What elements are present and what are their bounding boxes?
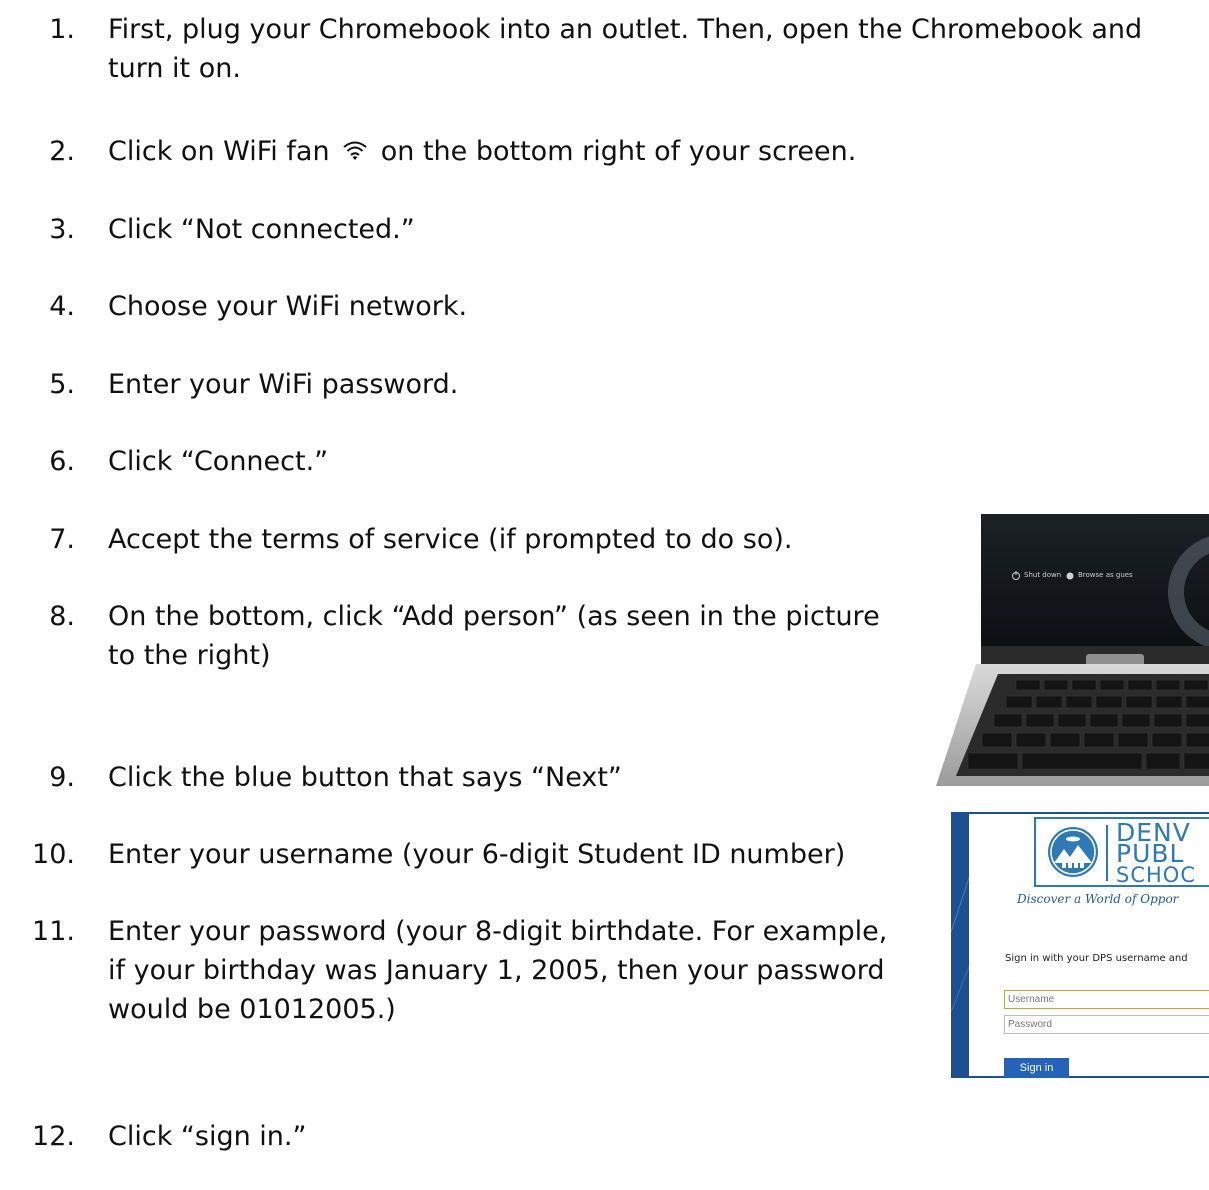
window-stripes <box>951 871 971 1013</box>
sign-in-button[interactable]: Sign in <box>1004 1058 1069 1078</box>
step-text: Click the blue button that says “Next” <box>108 762 622 793</box>
step-text: to the right) <box>108 640 271 671</box>
signin-prompt: Sign in with your DPS username and <box>1005 953 1188 964</box>
step-text: Accept the terms of service (if prompted… <box>108 524 793 555</box>
chromebook-photo: Shut down Browse as gues <box>936 514 1209 786</box>
step-text: Enter your WiFi password. <box>108 369 459 400</box>
step-text: turn it on. <box>108 53 241 84</box>
step-text: Enter your password (your 8-digit birthd… <box>108 916 888 947</box>
step-number: 1. <box>49 14 75 45</box>
wifi-icon <box>343 141 367 160</box>
step-number: 6. <box>49 446 75 477</box>
step-text: on the bottom right of your screen. <box>380 136 857 167</box>
password-input[interactable]: Password <box>1004 1015 1209 1034</box>
step-number: 3. <box>49 214 75 245</box>
signin-panel: DENV PUBL SCHOC Discover a World of Oppo… <box>969 814 1209 1078</box>
step-text: if your birthday was January 1, 2005, th… <box>108 955 885 986</box>
username-input[interactable]: Username <box>1004 990 1209 1009</box>
step-number: 8. <box>49 601 75 632</box>
step-number: 4. <box>49 291 75 322</box>
step-text: First, plug your Chromebook into an outl… <box>108 14 1143 45</box>
step-text: Click on WiFi fan <box>108 136 330 167</box>
dps-signin-screenshot: DENV PUBL SCHOC Discover a World of Oppo… <box>951 812 1209 1078</box>
step-text: Click “Not connected.” <box>108 214 415 245</box>
shut-down-label: Shut down <box>1024 571 1062 579</box>
step-text: would be 01012005.) <box>108 994 396 1025</box>
step-number: 9. <box>49 762 75 793</box>
dps-logo: DENV PUBL SCHOC <box>1034 817 1209 887</box>
brand-line: PUBL <box>1116 839 1185 868</box>
chromebook-illustration <box>936 514 1209 786</box>
step-text: Choose your WiFi network. <box>108 291 468 322</box>
step-number: 7. <box>49 524 75 555</box>
tagline: Discover a World of Oppor <box>1017 892 1179 906</box>
brand-line: SCHOC <box>1116 863 1196 887</box>
step-text: Click “sign in.” <box>108 1121 307 1152</box>
step-number: 12. <box>32 1121 75 1152</box>
browse-as-guest-label: Browse as gues <box>1078 571 1133 579</box>
step-number: 5. <box>49 369 75 400</box>
dps-seal-icon <box>1048 827 1098 877</box>
step-number: 10. <box>32 839 75 870</box>
step-text: Enter your username (your 6-digit Studen… <box>108 839 846 870</box>
step-text: Click “Connect.” <box>108 446 329 477</box>
step-text: On the bottom, click “Add person” (as se… <box>108 601 880 632</box>
step-number: 2. <box>49 136 75 167</box>
step-number: 11. <box>32 916 75 947</box>
